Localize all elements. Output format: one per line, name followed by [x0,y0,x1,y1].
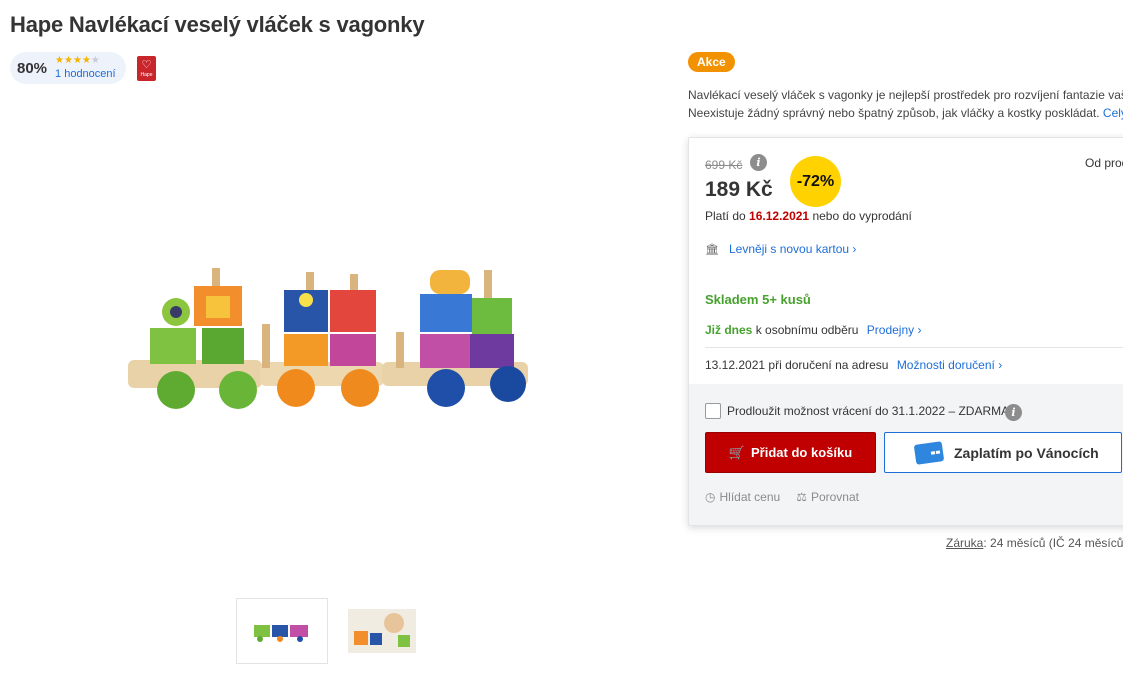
seller-label: Od prod [1085,156,1123,170]
divider [705,347,1123,348]
extend-return-option: Prodloužit možnost vrácení do 31.1.2022 … [705,403,1009,419]
pay-later-label: Zaplatím po Vánocích [954,444,1099,461]
star-icon: ★ [81,55,91,66]
thumbnail-1[interactable] [236,598,328,664]
cart-icon: 🛒 [728,444,746,460]
description-line-1: Navlékací veselý vláček s vagonky je nej… [688,88,1123,102]
clock-icon: ◷ [705,490,716,504]
warranty-value: : 24 měsíců (IČ 24 měsíců) [983,536,1123,550]
rating-stars: ★★★★★ [55,56,116,66]
extend-return-checkbox[interactable] [705,403,721,419]
description-line-2: Neexistuje žádný správný nebo špatný způ… [688,106,1100,120]
star-icon: ★ [64,55,73,66]
delivery-info: 13.12.2021 při doručení na adresu Možnos… [705,358,1002,372]
discount-badge: -72% [790,156,841,207]
compare-label: Porovnat [810,490,859,504]
warranty-info: Záruka: 24 měsíců (IČ 24 měsíců) [946,536,1123,550]
brand-logo[interactable]: ♡ Hape [137,56,156,81]
watch-price-label: Hlídat cenu [719,490,781,504]
read-more-link[interactable]: Celý p [1103,106,1123,120]
rating-count-link[interactable]: 1 hodnocení [55,69,116,80]
stock-status: Skladem 5+ kusů [705,292,811,307]
info-icon[interactable]: i [1005,404,1022,421]
star-icon: ★ [55,55,64,66]
pickup-info: Již dnes k osobnímu odběru Prodejny › [705,323,921,337]
secondary-actions: ◷ Hlídat cenu ⚖ Porovnat [705,490,859,504]
sale-badge: Akce [688,52,735,72]
warranty-link[interactable]: Záruka [946,536,983,550]
add-to-cart-button[interactable]: 🛒 Přidat do košíku [705,432,876,473]
thumbnail-child-photo-icon [348,609,416,653]
brand-logo-text: Hape [140,71,153,78]
offer-validity: Platí do 16.12.2021 nebo do vyprodání [705,209,912,223]
info-icon[interactable]: i [750,154,767,171]
product-image[interactable] [120,260,540,420]
current-price: 189 Kč [705,178,773,201]
rating-percent: 80% [17,59,48,77]
extend-return-label: Prodloužit možnost vrácení do 31.1.2022 … [727,404,1010,418]
pay-later-button[interactable]: Zaplatím po Vánocích [884,432,1122,473]
validity-suffix: nebo do vyprodání [812,209,912,223]
validity-date: 16.12.2021 [749,209,810,223]
add-to-cart-label: Přidat do košíku [751,445,853,460]
watch-price-link[interactable]: ◷ Hlídat cenu [705,490,780,504]
rating-summary[interactable]: 80% ★★★★★ 1 hodnocení [10,52,126,84]
buy-box: 699 Kč i 189 Kč -72% Platí do 16.12.2021… [688,137,1123,526]
delivery-options-link[interactable]: Možnosti doručení › [897,358,1002,372]
heart-icon: ♡ [141,58,152,71]
thumbnail-2[interactable] [336,598,428,664]
short-description: Navlékací veselý vláček s vagonky je nej… [688,86,1123,122]
pickup-text: k osobnímu odběru [755,323,859,337]
thumbnail-strip [236,598,428,664]
old-price: 699 Kč [705,158,743,172]
card-offer-label: Levněji s novou kartou › [729,242,857,256]
thumbnail-train-icon [254,625,308,642]
card-offer-link[interactable]: 🏛 Levněji s novou kartou › [705,242,856,256]
star-icon: ★ [72,55,82,66]
delivery-text: 13.12.2021 při doručení na adresu [705,358,889,372]
scale-icon: ⚖ [796,490,807,504]
validity-prefix: Platí do [705,209,746,223]
star-empty-icon: ★ [90,55,100,66]
stores-link[interactable]: Prodejny › [867,323,922,337]
product-title: Hape Navlékací veselý vláček s vagonky [10,12,425,37]
credit-card-icon [914,441,944,464]
pickup-today: Již dnes [705,323,753,337]
bank-icon: 🏛 [705,244,719,256]
compare-link[interactable]: ⚖ Porovnat [796,490,859,504]
